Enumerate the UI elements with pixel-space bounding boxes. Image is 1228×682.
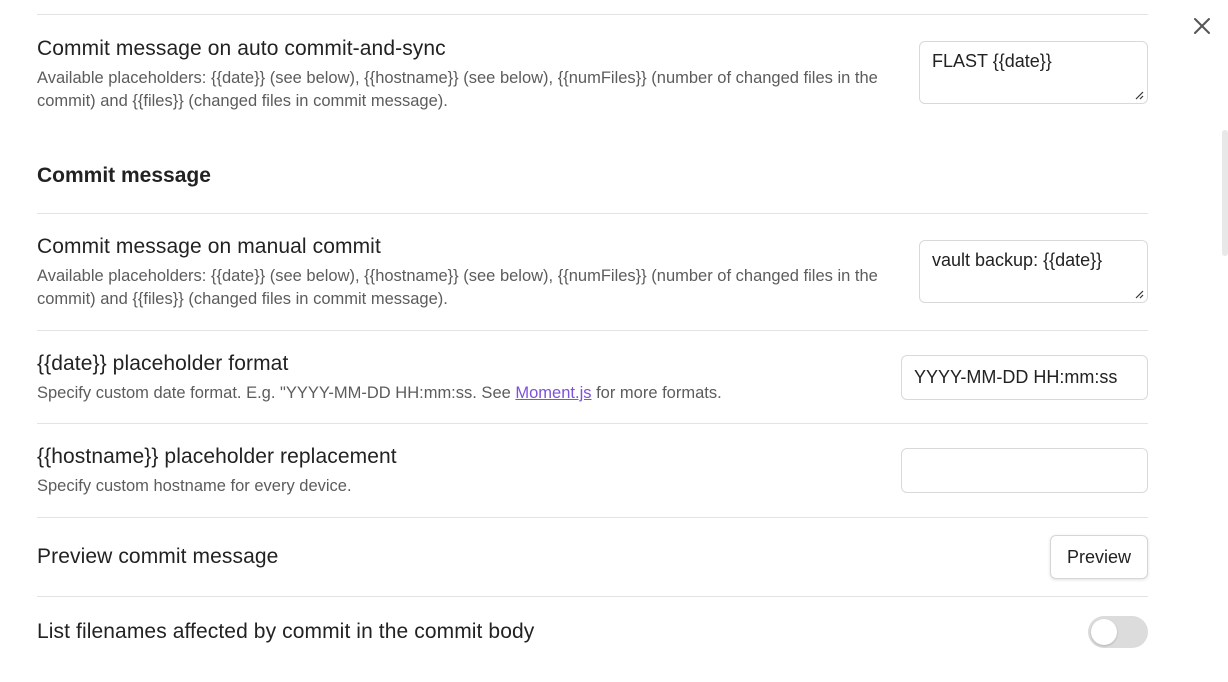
settings-page: Commit message on auto commit-and-sync A… — [0, 0, 1228, 682]
setting-manual-commit-message: Commit message on manual commit Availabl… — [37, 214, 1148, 331]
setting-date-format: {{date}} placeholder format Specify cust… — [37, 331, 1148, 424]
setting-name: Preview commit message — [37, 545, 279, 568]
setting-name: {{hostname}} placeholder replacement — [37, 445, 397, 468]
setting-description: Specify custom date format. E.g. "YYYY-M… — [37, 382, 722, 405]
toggle-knob — [1091, 619, 1117, 645]
resize-grip-icon[interactable] — [1134, 289, 1144, 299]
setting-hostname-replacement: {{hostname}} placeholder replacement Spe… — [37, 424, 1148, 518]
auto-commit-message-textarea[interactable]: FLAST {{date}} — [919, 41, 1148, 104]
setting-info: Commit message on manual commit Availabl… — [37, 234, 897, 311]
resize-grip-icon[interactable] — [1134, 90, 1144, 100]
textarea-value: FLAST {{date}} — [932, 51, 1052, 71]
close-button[interactable] — [1188, 12, 1216, 40]
hostname-input[interactable] — [901, 448, 1148, 493]
setting-auto-commit-message: Commit message on auto commit-and-sync A… — [37, 15, 1148, 131]
setting-description: Available placeholders: {{date}} (see be… — [37, 69, 878, 110]
description-text: for more formats. — [591, 384, 722, 402]
setting-name: Commit message on auto commit-and-sync — [37, 37, 446, 60]
list-filenames-toggle[interactable] — [1088, 616, 1148, 648]
preview-button[interactable]: Preview — [1049, 535, 1148, 579]
setting-info: {{date}} placeholder format Specify cust… — [37, 351, 722, 405]
textarea-value: vault backup: {{date}} — [932, 250, 1103, 270]
setting-name: Commit message on manual commit — [37, 235, 381, 258]
setting-description: Available placeholders: {{date}} (see be… — [37, 267, 878, 308]
date-format-input[interactable] — [901, 355, 1148, 400]
description-text: Specify custom date format. E.g. "YYYY-M… — [37, 384, 516, 402]
section-heading: Commit message — [37, 164, 211, 187]
moment-js-link[interactable]: Moment.js — [515, 384, 591, 402]
close-icon — [1194, 18, 1210, 34]
setting-preview-commit-message: Preview commit message Preview — [37, 518, 1148, 597]
setting-description: Specify custom hostname for every device… — [37, 477, 352, 495]
settings-content: Commit message on auto commit-and-sync A… — [37, 0, 1148, 667]
setting-info: {{hostname}} placeholder replacement Spe… — [37, 444, 397, 498]
setting-info: Commit message on auto commit-and-sync A… — [37, 36, 897, 113]
setting-name: List filenames affected by commit in the… — [37, 620, 535, 643]
setting-name: {{date}} placeholder format — [37, 352, 289, 375]
manual-commit-message-textarea[interactable]: vault backup: {{date}} — [919, 240, 1148, 303]
setting-list-filenames: List filenames affected by commit in the… — [37, 597, 1148, 667]
scrollbar-thumb[interactable] — [1222, 130, 1228, 256]
